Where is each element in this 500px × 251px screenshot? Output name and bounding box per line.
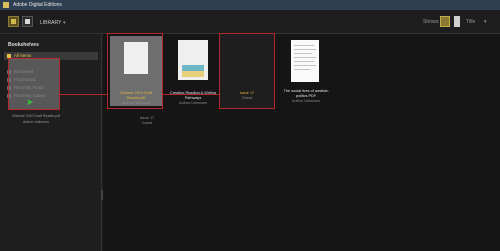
book-cover-4[interactable]	[291, 40, 319, 82]
bookshelves-header: Bookshelves	[8, 42, 39, 48]
list-view-button[interactable]	[454, 16, 460, 27]
cover-art	[182, 71, 204, 77]
app-icon	[3, 2, 9, 8]
window-title: Adobe Digital Editions	[13, 2, 62, 8]
title-bar: Adobe Digital Editions	[0, 0, 500, 10]
book-meta-4: The social lives of austrian politics PD…	[283, 89, 329, 103]
cursor-arrow-icon: ➤	[26, 97, 34, 107]
book-cover-2[interactable]	[178, 40, 208, 80]
grid-view-button[interactable]	[440, 16, 450, 27]
library-icon	[11, 19, 16, 24]
book-meta-5: Issue 17 Guest	[139, 116, 155, 125]
drag-preview	[8, 58, 60, 110]
sort-select[interactable]: Title	[466, 19, 475, 25]
book-meta-3: Issue 17 Guest	[239, 91, 255, 100]
library-menu[interactable]: LIBRARY	[40, 20, 61, 26]
chevron-down-icon[interactable]: ▾	[63, 20, 66, 26]
drag-path-line	[162, 94, 219, 95]
book-icon	[25, 19, 30, 24]
chevron-down-icon[interactable]: ▾	[484, 19, 487, 25]
book-meta-1: Chinese 2010 Draft Reader.pdf Author Unk…	[119, 91, 153, 105]
drag-caption: Chinese 2010 Draft Reader.pdf Author Unk…	[11, 114, 61, 124]
library-view-button[interactable]	[8, 16, 19, 27]
drag-path-line	[60, 94, 107, 95]
reading-view-button[interactable]	[22, 16, 33, 27]
toolbar: LIBRARY ▾ Shows: ① Title ▾	[0, 10, 500, 34]
